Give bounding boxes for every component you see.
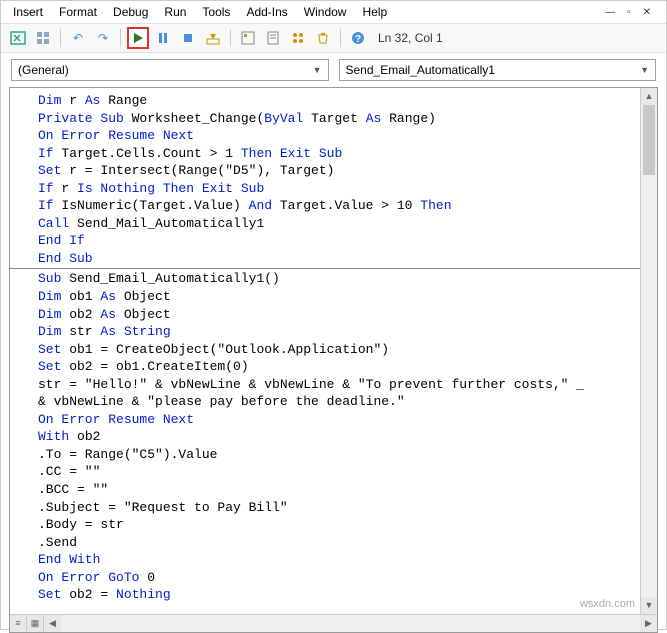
code-line[interactable]: Private Sub Worksheet_Change(ByVal Targe…: [38, 110, 657, 128]
watermark: wsxdn.com: [580, 598, 635, 610]
full-module-view-icon[interactable]: ▦: [27, 615, 44, 632]
code-line[interactable]: On Error GoTo 0: [38, 569, 657, 587]
code-line[interactable]: & vbNewLine & "please pay before the dea…: [38, 393, 657, 411]
toolbox-icon[interactable]: [312, 27, 334, 49]
design-mode-icon[interactable]: [202, 27, 224, 49]
chevron-down-icon: ▼: [640, 65, 649, 75]
code-content[interactable]: Dim r As RangePrivate Sub Worksheet_Chan…: [10, 88, 657, 604]
code-line[interactable]: Dim ob1 As Object: [38, 288, 657, 306]
scroll-track[interactable]: [61, 615, 640, 632]
run-button[interactable]: [127, 27, 149, 49]
object-dropdown-value: (General): [18, 63, 69, 77]
code-line[interactable]: With ob2: [38, 428, 657, 446]
svg-text:?: ?: [355, 34, 361, 45]
code-line[interactable]: On Error Resume Next: [38, 411, 657, 429]
menu-debug[interactable]: Debug: [105, 3, 156, 21]
code-line[interactable]: End Sub: [38, 250, 657, 268]
chevron-down-icon: ▼: [313, 65, 322, 75]
scroll-down-icon[interactable]: ▼: [641, 597, 657, 614]
restore-button[interactable]: ▫: [624, 7, 634, 18]
menu-bar: Insert Format Debug Run Tools Add-Ins Wi…: [1, 1, 666, 23]
menu-help[interactable]: Help: [354, 3, 395, 21]
code-line[interactable]: If r Is Nothing Then Exit Sub: [38, 180, 657, 198]
code-line[interactable]: On Error Resume Next: [38, 127, 657, 145]
menu-window[interactable]: Window: [296, 3, 355, 21]
code-line[interactable]: .Subject = "Request to Pay Bill": [38, 499, 657, 517]
code-line[interactable]: If Target.Cells.Count > 1 Then Exit Sub: [38, 145, 657, 163]
code-line[interactable]: Set ob2 = Nothing: [38, 586, 657, 604]
menu-insert[interactable]: Insert: [5, 3, 51, 21]
code-line[interactable]: .Send: [38, 534, 657, 552]
redo-icon[interactable]: ↷: [92, 27, 114, 49]
module-icon[interactable]: [32, 27, 54, 49]
procedure-view-icon[interactable]: ≡: [10, 615, 27, 632]
excel-icon[interactable]: [7, 27, 29, 49]
code-line[interactable]: Dim str As String: [38, 323, 657, 341]
object-proc-selectors: (General) ▼ Send_Email_Automatically1 ▼: [1, 53, 666, 87]
vertical-scrollbar[interactable]: ▲ ▼: [640, 88, 657, 614]
window-controls: — ▫ ✕: [602, 7, 662, 18]
minimize-button[interactable]: —: [602, 7, 618, 18]
code-line[interactable]: Dim r As Range: [38, 92, 657, 110]
code-line[interactable]: Sub Send_Email_Automatically1(): [38, 270, 657, 288]
code-line[interactable]: .To = Range("C5").Value: [38, 446, 657, 464]
scroll-thumb[interactable]: [643, 105, 655, 175]
code-line[interactable]: Call Send_Mail_Automatically1: [38, 215, 657, 233]
code-line[interactable]: Set r = Intersect(Range("D5"), Target): [38, 162, 657, 180]
code-line[interactable]: .CC = "": [38, 463, 657, 481]
properties-icon[interactable]: [262, 27, 284, 49]
separator: [120, 29, 121, 47]
pause-button[interactable]: [152, 27, 174, 49]
separator: [340, 29, 341, 47]
toolbar: ↶ ↷ ? Ln 32, Col 1: [1, 23, 666, 53]
separator: [60, 29, 61, 47]
menu-addins[interactable]: Add-Ins: [238, 3, 295, 21]
code-line[interactable]: Set ob2 = ob1.CreateItem(0): [38, 358, 657, 376]
object-browser-icon[interactable]: [287, 27, 309, 49]
code-editor[interactable]: Dim r As RangePrivate Sub Worksheet_Chan…: [9, 87, 658, 633]
close-button[interactable]: ✕: [640, 7, 654, 18]
procedure-dropdown[interactable]: Send_Email_Automatically1 ▼: [339, 59, 657, 81]
menu-run[interactable]: Run: [156, 3, 194, 21]
scroll-up-icon[interactable]: ▲: [641, 88, 657, 105]
cursor-position: Ln 32, Col 1: [378, 31, 443, 45]
code-line[interactable]: End If: [38, 232, 657, 250]
stop-button[interactable]: [177, 27, 199, 49]
code-line[interactable]: .BCC = "": [38, 481, 657, 499]
code-line[interactable]: str = "Hello!" & vbNewLine & vbNewLine &…: [38, 376, 657, 394]
code-line[interactable]: If IsNumeric(Target.Value) And Target.Va…: [38, 197, 657, 215]
menu-tools[interactable]: Tools: [194, 3, 238, 21]
separator: [230, 29, 231, 47]
code-line[interactable]: Dim ob2 As Object: [38, 306, 657, 324]
help-icon[interactable]: ?: [347, 27, 369, 49]
undo-icon[interactable]: ↶: [67, 27, 89, 49]
project-explorer-icon[interactable]: [237, 27, 259, 49]
scroll-right-icon[interactable]: ▶: [640, 615, 657, 632]
horizontal-scrollbar[interactable]: ≡ ▦ ◀ ▶: [10, 614, 657, 632]
procedure-separator: [10, 268, 657, 269]
scroll-left-icon[interactable]: ◀: [44, 615, 61, 632]
procedure-dropdown-value: Send_Email_Automatically1: [346, 63, 495, 77]
object-dropdown[interactable]: (General) ▼: [11, 59, 329, 81]
code-line[interactable]: End With: [38, 551, 657, 569]
code-line[interactable]: Set ob1 = CreateObject("Outlook.Applicat…: [38, 341, 657, 359]
menu-format[interactable]: Format: [51, 3, 105, 21]
code-line[interactable]: .Body = str: [38, 516, 657, 534]
